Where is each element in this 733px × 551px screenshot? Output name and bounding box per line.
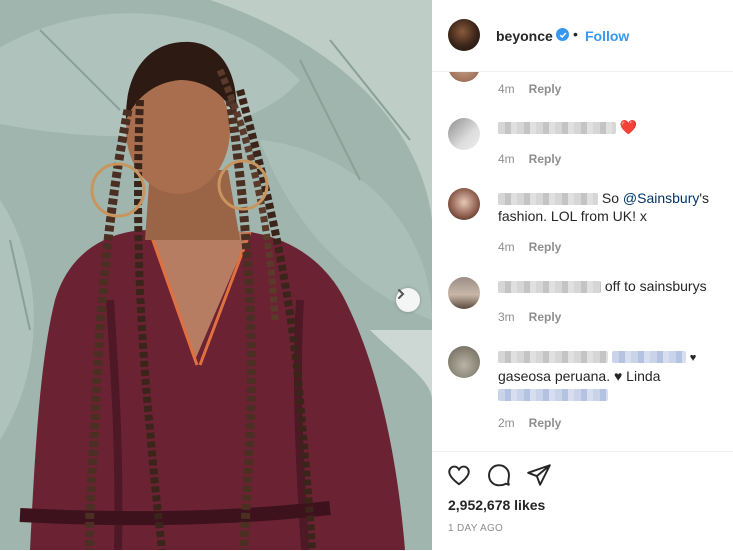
comment-text-line: gaseosa peruana. ♥ Linda <box>498 368 661 384</box>
post-header: beyonce • Follow <box>432 0 733 72</box>
redacted-mention <box>498 389 608 402</box>
author-avatar[interactable] <box>448 19 480 51</box>
commenter-avatar[interactable] <box>448 72 480 82</box>
comment-time: 4m <box>498 152 515 166</box>
comment-time: 2m <box>498 416 515 430</box>
follow-button[interactable]: Follow <box>585 28 629 44</box>
reply-button[interactable]: Reply <box>529 152 562 166</box>
heart-emoji: ❤️ <box>619 119 638 135</box>
comment-meta: 2m Reply <box>498 416 561 430</box>
speech-bubble-icon[interactable] <box>486 462 512 488</box>
post-photo <box>0 0 432 550</box>
photo-illustration <box>0 0 432 550</box>
heart-outline-icon[interactable] <box>446 462 472 488</box>
reply-button[interactable]: Reply <box>529 82 562 96</box>
post-timestamp: 1 DAY AGO <box>448 523 504 534</box>
verified-badge-icon <box>556 28 569 41</box>
comment-meta: 3m Reply <box>498 310 561 324</box>
paper-plane-icon[interactable] <box>526 462 552 488</box>
comment-meta: 4m Reply <box>498 82 561 96</box>
comment-text: ♥ gaseosa peruana. ♥ Linda <box>498 347 723 403</box>
comment-text-part: off to sainsburys <box>604 278 707 294</box>
comment-time: 3m <box>498 310 515 324</box>
author-username[interactable]: beyonce <box>496 28 553 44</box>
post-actions: 2,952,678 likes 1 DAY AGO <box>432 451 733 551</box>
comments-list[interactable]: 4m Reply ❤️ 4m Reply So @Sainsbury's fashi… <box>432 72 733 450</box>
comment-meta: 4m Reply <box>498 152 561 166</box>
commenter-avatar[interactable] <box>448 277 480 309</box>
comment-text-part: So <box>601 190 623 206</box>
redacted-username <box>498 122 616 135</box>
post-sidebar: beyonce • Follow 4m Reply ❤️ 4m Reply So… <box>432 0 733 550</box>
comment-meta: 4m Reply <box>498 240 561 254</box>
comment-text: So @Sainsbury's fashion. LOL from UK! x <box>498 189 723 225</box>
header-separator: • <box>573 26 578 42</box>
comment-text-part: 's <box>699 190 710 206</box>
comment-text: off to sainsburys <box>498 277 707 295</box>
comment-time: 4m <box>498 82 515 96</box>
commenter-avatar[interactable] <box>448 346 480 378</box>
heart-symbol: ♥ <box>689 352 697 364</box>
commenter-avatar[interactable] <box>448 188 480 220</box>
mention-link[interactable]: @Sainsbury <box>623 190 699 206</box>
comment-text: ❤️ <box>498 118 637 136</box>
next-photo-button[interactable] <box>396 288 420 312</box>
reply-button[interactable]: Reply <box>529 416 562 430</box>
reply-button[interactable]: Reply <box>529 240 562 254</box>
like-count[interactable]: 2,952,678 likes <box>448 497 545 513</box>
comment-time: 4m <box>498 240 515 254</box>
redacted-username <box>498 281 601 294</box>
redacted-mention <box>611 351 686 364</box>
redacted-username <box>498 193 598 206</box>
redacted-username <box>498 351 608 364</box>
commenter-avatar[interactable] <box>448 118 480 150</box>
comment-text-line: fashion. LOL from UK! x <box>498 208 647 224</box>
reply-button[interactable]: Reply <box>529 310 562 324</box>
